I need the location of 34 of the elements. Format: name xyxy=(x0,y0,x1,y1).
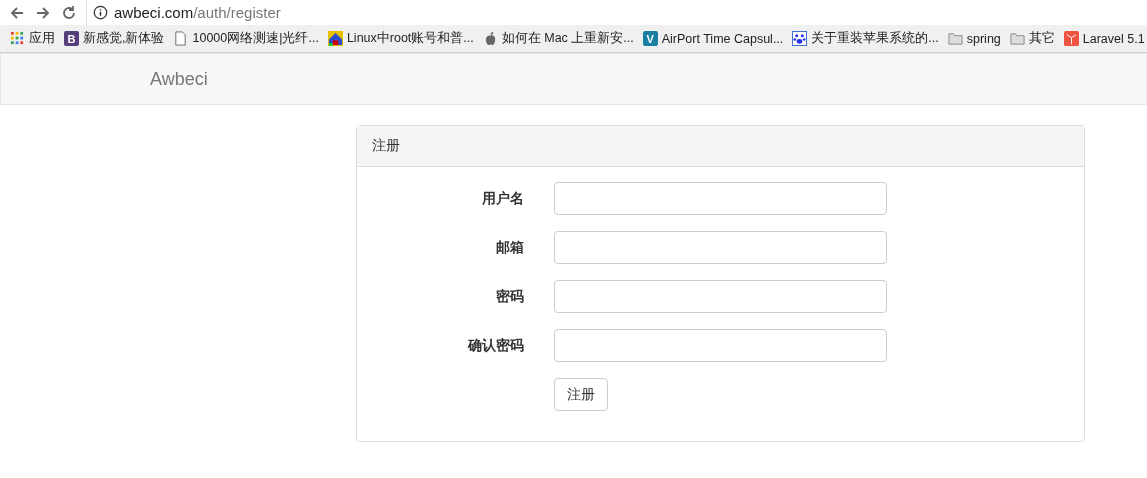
field-label: 确认密码 xyxy=(466,336,524,355)
apps-grid-icon xyxy=(10,31,25,46)
input-field[interactable] xyxy=(554,329,887,362)
bookmark-link[interactable]: 其它 xyxy=(1028,30,1055,47)
folder-icon xyxy=(947,31,963,46)
panel-heading: 注册 xyxy=(357,126,1084,167)
bookmark-link[interactable]: AirPort Time Capsul... xyxy=(661,31,784,46)
bookmark-logo: V xyxy=(642,31,658,46)
bookmark-logo: B xyxy=(64,31,79,46)
page-icon xyxy=(173,31,189,46)
url-host[interactable]: awbeci.com xyxy=(114,4,194,21)
bookmark-link[interactable]: 10000网络测速|光纤... xyxy=(192,30,319,47)
field-label: 用户名 xyxy=(481,189,524,208)
input-field[interactable] xyxy=(554,182,887,215)
bookmark-link[interactable]: 应用 xyxy=(29,30,55,47)
field-label: 邮箱 xyxy=(495,238,524,257)
info-icon[interactable] xyxy=(93,5,108,20)
bookmark-link[interactable]: 如何在 Mac 上重新安... xyxy=(501,30,634,47)
reload-icon[interactable] xyxy=(60,3,78,22)
brand-link[interactable]: Awbeci xyxy=(150,68,208,90)
laravel-icon xyxy=(1063,31,1079,46)
bookmark-link[interactable]: spring xyxy=(966,31,1001,46)
house-icon xyxy=(327,31,343,46)
bookmark-link[interactable]: Linux中root账号和普... xyxy=(346,30,474,47)
folder-icon xyxy=(1009,31,1025,46)
bookmark-link[interactable]: 新感觉,新体验 xyxy=(83,30,165,47)
submit-button[interactable]: 注册 xyxy=(554,378,608,411)
input-field[interactable] xyxy=(554,231,887,264)
paw-icon xyxy=(792,31,808,46)
input-field[interactable] xyxy=(554,280,887,313)
field-label: 密码 xyxy=(495,287,524,306)
url-path[interactable]: /auth/register xyxy=(193,4,281,21)
bookmark-link[interactable]: 关于重装苹果系统的... xyxy=(811,30,939,47)
bookmark-link[interactable]: Laravel 5.1 xyxy=(1082,31,1145,46)
